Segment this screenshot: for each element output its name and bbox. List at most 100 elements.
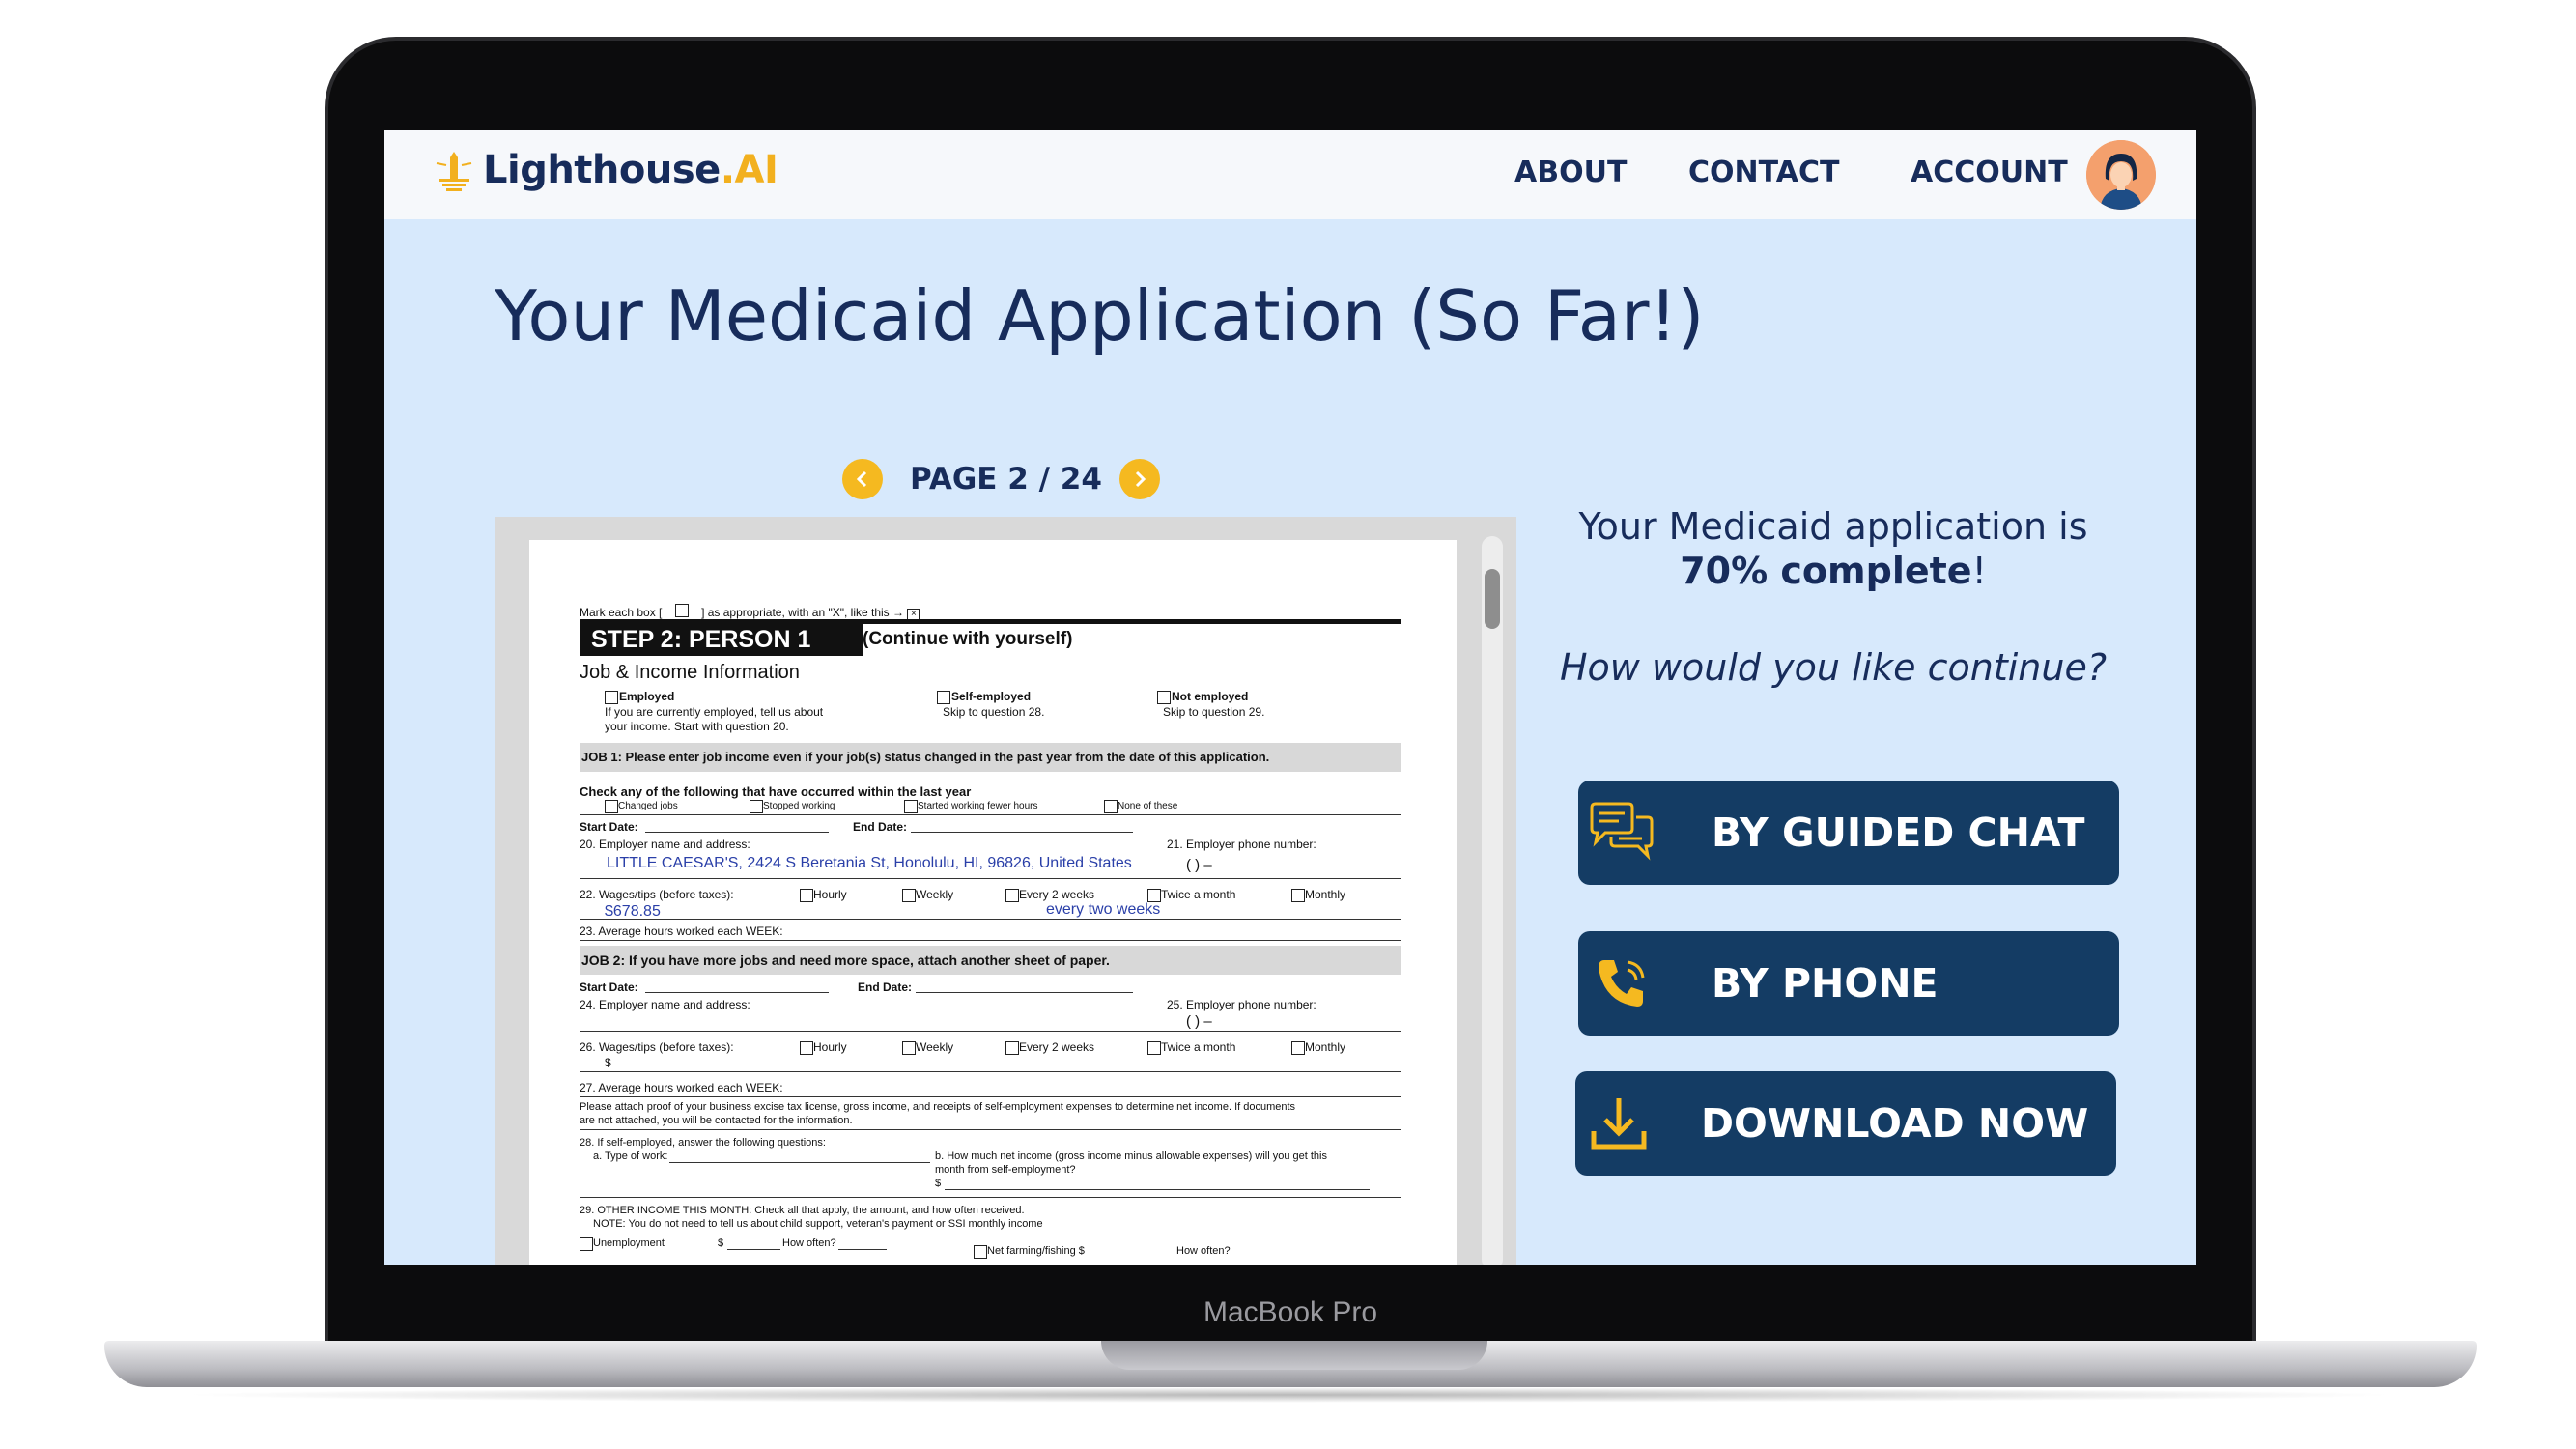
job1-start-date-label: Start Date: [580,820,638,834]
page-title: Your Medicaid Application (So Far!) [495,275,1705,356]
phone-field-2: ( ) – [1186,1013,1212,1030]
chevron-left-icon [856,470,867,488]
employed-note: If you are currently employed, tell us a… [605,705,824,719]
q25-label: 25. Employer phone number: [1167,998,1316,1011]
self-employed-checkbox[interactable] [937,691,950,704]
section-heading: Job & Income Information [580,662,800,683]
net-farming-how-often: How often? [1176,1245,1231,1257]
not-employed-label: Not employed [1172,690,1249,703]
check-any-label: Check any of the following that have occ… [580,784,972,799]
q23-label: 23. Average hours worked each WEEK: [580,924,783,938]
document-preview: Mark each box [ ] as appropriate, with a… [495,517,1516,1265]
q27-label: 27. Average hours worked each WEEK: [580,1081,783,1094]
q22-weekly-checkbox[interactable] [902,889,916,902]
q26-label: 26. Wages/tips (before taxes): [580,1040,734,1054]
q26-hourly-checkbox[interactable] [800,1041,813,1055]
lighthouse-icon [436,152,472,191]
nav-account[interactable]: ACCOUNT [1911,156,2068,189]
q26-dollar: $ [605,1056,611,1069]
employed-checkbox[interactable] [605,691,618,704]
q26-twice-label: Twice a month [1161,1040,1236,1054]
job2-heading: JOB 2: If you have more jobs and need mo… [581,952,1110,968]
unemployment-how-often: How often? [782,1237,836,1249]
q22-label: 22. Wages/tips (before taxes): [580,888,734,901]
employed-note-2: your income. Start with question 20. [605,720,789,733]
self-employed-label: Self-employed [951,690,1032,703]
employer-value: LITTLE CAESAR'S, 2424 S Beretania St, Ho… [607,855,1132,871]
changed-jobs-label: Changed jobs [618,801,678,811]
phone-label: BY PHONE [1712,960,1939,1007]
q21-label: 21. Employer phone number: [1167,838,1316,851]
q29-note: NOTE: You do not need to tell us about c… [593,1218,1043,1230]
q22-hourly-checkbox[interactable] [800,889,813,902]
step-subtitle: (Continue with yourself) [863,629,1073,649]
started-fewer-checkbox[interactable] [904,800,918,813]
page-indicator: PAGE 2 / 24 [910,462,1102,497]
q22-every2-checkbox[interactable] [1005,889,1019,902]
phone-field: ( ) – [1186,857,1212,873]
chat-bubbles-icon [1578,800,1665,866]
attach-note: Please attach proof of your business exc… [580,1101,1296,1113]
next-page-button[interactable] [1118,459,1160,499]
q22-twice-label: Twice a month [1161,888,1236,901]
job1-heading: JOB 1: Please enter job income even if y… [581,750,1270,764]
not-employed-checkbox[interactable] [1157,691,1171,704]
none-checkbox[interactable] [1104,800,1118,813]
laptop-notch [1101,1341,1487,1370]
chevron-right-icon [1135,470,1146,488]
progress-line: Your Medicaid application is [1578,505,2088,548]
continue-question: How would you like continue? [1559,646,2108,689]
net-farming-checkbox[interactable] [974,1245,987,1259]
laptop-shadow [174,1387,2405,1403]
q28-label: 28. If self-employed, answer the followi… [580,1137,826,1149]
app-screen: Lighthouse.AI ABOUT CONTACT ACCOUNT Your… [384,130,2196,1265]
employed-label: Employed [619,690,675,703]
not-employed-note: Skip to question 29. [1163,705,1265,719]
download-button[interactable]: DOWNLOAD NOW [1575,1071,2116,1176]
changed-jobs-checkbox[interactable] [605,800,618,813]
unemployment-label: Unemployment [593,1237,665,1249]
q28b-label: b. How much net income (gross income min… [935,1151,1327,1162]
top-navigation-bar: Lighthouse.AI ABOUT CONTACT ACCOUNT [384,130,2196,219]
job2-end-date-label: End Date: [858,980,913,994]
q26-every2-checkbox[interactable] [1005,1041,1019,1055]
download-label: DOWNLOAD NOW [1701,1100,2089,1147]
q24-label: 24. Employer name and address: [580,998,750,1011]
user-avatar-icon [2086,140,2156,210]
q22-hourly-label: Hourly [813,888,847,901]
q22-monthly-checkbox[interactable] [1291,889,1305,902]
q22-monthly-label: Monthly [1305,888,1346,901]
unemployment-dollar: $ [718,1237,724,1249]
attach-note-2: are not attached, you will be contacted … [580,1115,853,1126]
q26-monthly-checkbox[interactable] [1291,1041,1305,1055]
q26-every2-label: Every 2 weeks [1019,1040,1095,1054]
document-page: Mark each box [ ] as appropriate, with a… [529,540,1457,1265]
avatar[interactable] [2086,140,2156,210]
progress-percent: 70% complete! [1680,550,1987,592]
q22-every2-label: Every 2 weeks [1019,888,1095,901]
brand-logo[interactable]: Lighthouse.AI [435,148,778,192]
nav-about[interactable]: ABOUT [1514,156,1627,189]
phone-button[interactable]: BY PHONE [1578,931,2119,1036]
q22-twice-checkbox[interactable] [1147,889,1161,902]
stopped-working-label: Stopped working [763,801,835,811]
prev-page-button[interactable] [842,459,883,499]
q26-weekly-checkbox[interactable] [902,1041,916,1055]
guided-chat-button[interactable]: BY GUIDED CHAT [1578,781,2119,885]
brand-name: Lighthouse.AI [483,148,778,192]
q26-monthly-label: Monthly [1305,1040,1346,1054]
self-employed-note: Skip to question 28. [943,705,1045,719]
q26-weekly-label: Weekly [916,1040,954,1054]
unemployment-checkbox[interactable] [580,1237,593,1251]
device-label: MacBook Pro [1203,1296,1378,1328]
phone-icon [1578,954,1665,1012]
stopped-working-checkbox[interactable] [750,800,763,813]
job1-end-date-label: End Date: [853,820,908,834]
q26-twice-checkbox[interactable] [1147,1041,1161,1055]
q22-weekly-label: Weekly [916,888,954,901]
q28b-dollar: $ [935,1178,942,1189]
nav-contact[interactable]: CONTACT [1688,156,1839,189]
none-label: None of these [1118,801,1178,811]
job2-start-date-label: Start Date: [580,980,638,994]
page-pager: PAGE 2 / 24 [842,459,1160,499]
